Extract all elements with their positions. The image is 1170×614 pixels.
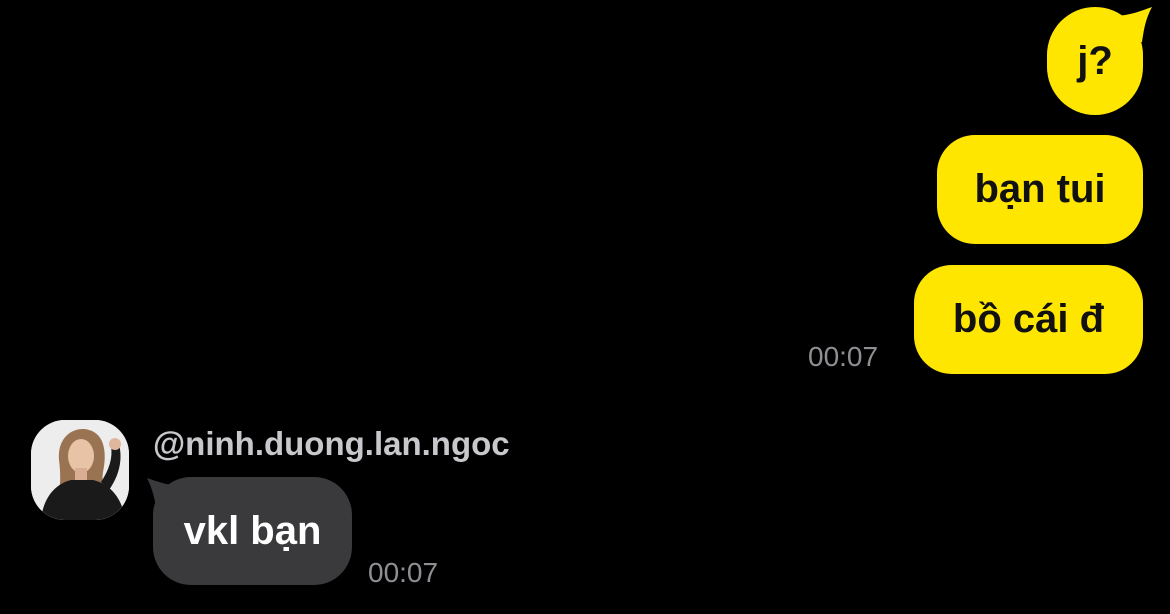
outgoing-message-text: bạn tui: [974, 167, 1106, 211]
outgoing-message-text: bồ cái đ: [952, 297, 1105, 341]
incoming-message-bubble[interactable]: vkl bạn: [153, 477, 352, 585]
bubble-tail-icon: [1112, 7, 1152, 42]
outgoing-message-bubble[interactable]: bạn tui: [937, 135, 1143, 244]
avatar[interactable]: [31, 420, 129, 520]
profile-photo-icon: [31, 420, 129, 520]
outgoing-message-bubble[interactable]: bồ cái đ: [914, 265, 1143, 374]
incoming-message-text: vkl bạn: [183, 508, 322, 553]
sender-username[interactable]: @ninh.duong.lan.ngoc: [153, 425, 510, 463]
outgoing-timestamp: 00:07: [808, 341, 879, 372]
incoming-timestamp: 00:07: [368, 557, 439, 588]
outgoing-message-text: j?: [1077, 38, 1113, 83]
